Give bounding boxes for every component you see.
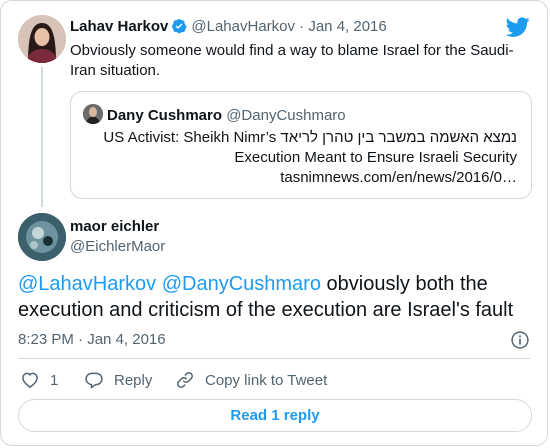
quoted-link: tasnimnews.com/en/news/2016/0… bbox=[280, 169, 517, 186]
copy-link-button[interactable]: Copy link to Tweet bbox=[175, 370, 327, 390]
tweet-text: Obviously someone would find a way to bl… bbox=[70, 42, 514, 79]
divider bbox=[18, 358, 530, 359]
quoted-line-2: Execution Meant to Ensure Israeli Securi… bbox=[234, 149, 517, 166]
tweet-date[interactable]: Jan 4, 2016 bbox=[308, 18, 386, 35]
quoted-tweet-text: נמצא האשמה במשבר בין טהרן לריאד US Activ… bbox=[97, 128, 517, 188]
info-icon[interactable] bbox=[510, 330, 530, 350]
twitter-bird-icon[interactable] bbox=[506, 15, 530, 39]
tweet-time: 8:23 PM bbox=[18, 331, 74, 348]
quoted-author-name: Dany Cushmaro bbox=[107, 107, 223, 124]
avatar[interactable] bbox=[18, 15, 66, 63]
link-icon bbox=[177, 372, 193, 388]
like-button[interactable]: 1 bbox=[20, 370, 58, 390]
author-name[interactable]: maor eichler bbox=[70, 217, 165, 237]
mention-link[interactable]: @LahavHarkov bbox=[18, 273, 156, 295]
thread-connector-line bbox=[41, 67, 43, 207]
quoted-tweet-header: Dany Cushmaro @DanyCushmaro bbox=[83, 104, 346, 126]
tweet-timestamp[interactable]: 8:23 PM · Jan 4, 2016 bbox=[18, 330, 166, 350]
quoted-avatar bbox=[83, 104, 103, 124]
reply-label: Reply bbox=[114, 371, 153, 389]
tweet-header: maor eichler @EichlerMaor bbox=[70, 217, 165, 257]
like-count: 1 bbox=[50, 371, 59, 389]
author-handle[interactable]: @EichlerMaor bbox=[70, 237, 165, 257]
avatar[interactable] bbox=[18, 213, 66, 261]
avatar-image bbox=[18, 213, 66, 261]
tweet-text: @LahavHarkov @DanyCushmaro obviously bot… bbox=[18, 271, 538, 323]
speech-bubble-icon bbox=[85, 372, 103, 389]
heart-icon bbox=[22, 372, 38, 388]
quoted-author-handle: @DanyCushmaro bbox=[226, 107, 346, 124]
tweet-date: Jan 4, 2016 bbox=[87, 331, 166, 348]
quoted-tweet[interactable]: Dany Cushmaro @DanyCushmaro נמצא האשמה ב… bbox=[70, 91, 532, 199]
read-replies-button[interactable]: Read 1 reply bbox=[18, 399, 532, 432]
separator-dot: · bbox=[78, 331, 84, 348]
avatar-image bbox=[18, 15, 66, 63]
mention-link[interactable]: @DanyCushmaro bbox=[162, 273, 321, 295]
tweet-header: Lahav Harkov @LahavHarkov · Jan 4, 2016 bbox=[70, 17, 387, 37]
verified-badge-icon bbox=[172, 19, 188, 34]
author-name[interactable]: Lahav Harkov bbox=[70, 18, 168, 35]
separator-dot: · bbox=[299, 18, 305, 35]
reply-button[interactable]: Reply bbox=[84, 370, 152, 390]
author-handle[interactable]: @LahavHarkov bbox=[191, 18, 295, 35]
quoted-line-1: נמצא האשמה במשבר בין טהרן לריאד US Activ… bbox=[103, 129, 517, 146]
copy-link-label: Copy link to Tweet bbox=[205, 371, 328, 389]
embedded-tweet-card: Lahav Harkov @LahavHarkov · Jan 4, 2016 O… bbox=[0, 0, 548, 446]
